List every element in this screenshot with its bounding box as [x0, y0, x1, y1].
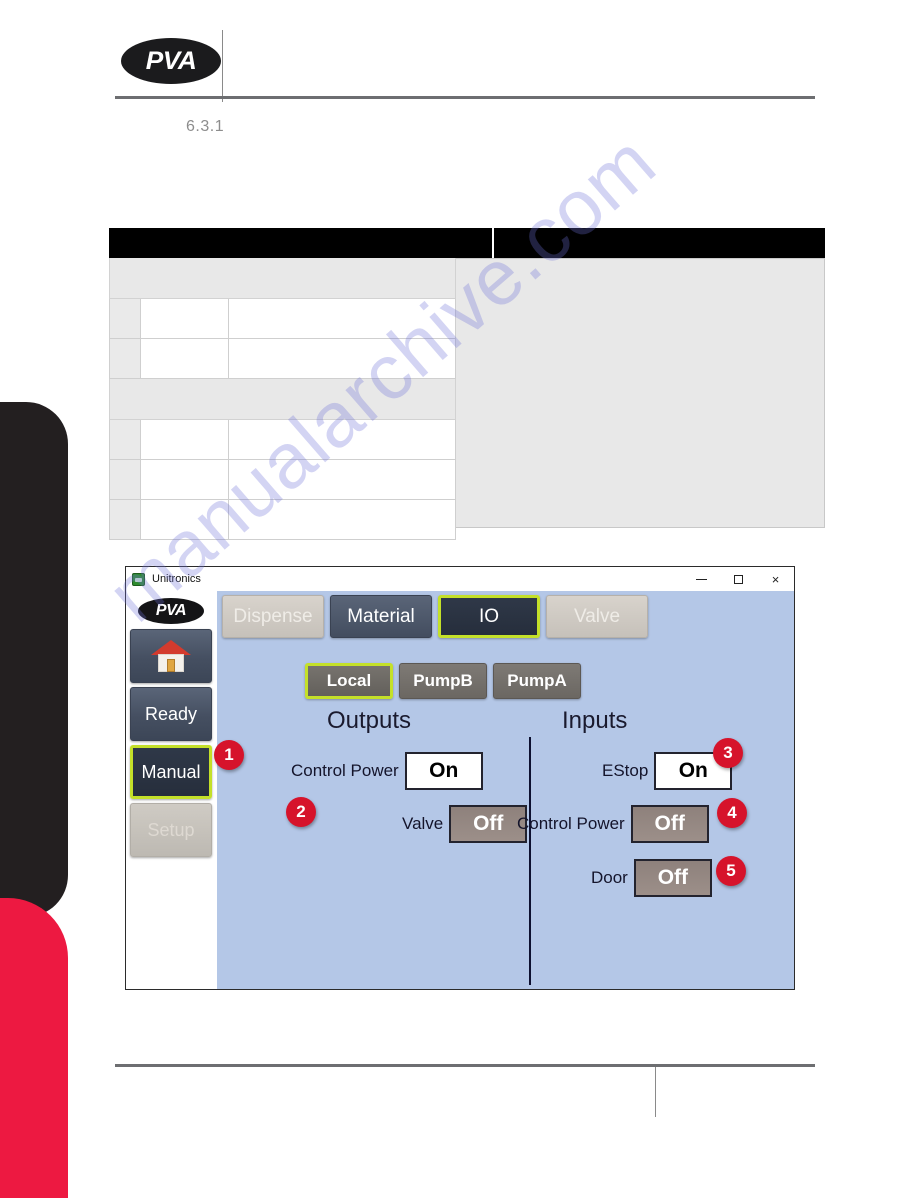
table-cell-name [141, 460, 229, 500]
tab-label: Dispense [233, 605, 313, 627]
table-header-row [109, 228, 825, 258]
table-group-row [109, 379, 456, 420]
table-header-right [494, 228, 825, 258]
footer-vertical-divider [655, 1067, 656, 1117]
table-group-row [109, 258, 456, 299]
tab-material[interactable]: Material [330, 595, 432, 638]
tab-dispense[interactable]: Dispense [222, 595, 324, 638]
table-right-panel [456, 258, 825, 528]
tab-bar: Dispense Material IO Valve [222, 595, 648, 638]
output-state-toggle[interactable]: On [404, 752, 483, 790]
table-cell-number [109, 460, 141, 500]
sidebar-item-label: Ready [144, 703, 198, 724]
table-row [109, 500, 456, 540]
subtab-local[interactable]: Local [305, 663, 393, 699]
sidebar-item-home[interactable] [130, 629, 212, 683]
sidebar-item-label: Manual [141, 761, 201, 782]
output-label: Valve [402, 814, 444, 833]
table-left-column [109, 258, 456, 540]
unitronics-icon [132, 572, 145, 586]
tab-label: Valve [573, 605, 621, 627]
input-row-door: Door Off [591, 859, 712, 897]
unitronics-app-window: Unitronics × PVA Ready Manual Setup Disp… [125, 566, 795, 990]
tab-label: Material [347, 605, 415, 627]
pva-logo-text: PVA [145, 46, 197, 75]
input-label: EStop [602, 761, 649, 780]
minimize-icon[interactable] [683, 567, 720, 591]
app-sidebar: PVA Ready Manual Setup [126, 591, 217, 989]
input-label: Door [591, 868, 628, 887]
callout-badge-5: 5 [716, 856, 746, 886]
footer-horizontal-rule [115, 1064, 815, 1067]
header-vertical-divider [222, 30, 223, 102]
table-cell-name [141, 299, 229, 339]
table-cell-name [141, 420, 229, 460]
app-pva-logo-text: PVA [155, 602, 187, 619]
table-cell-description [229, 460, 456, 500]
table-cell-number [109, 339, 141, 379]
outputs-heading: Outputs [327, 707, 412, 734]
section-number: 6.3.1 [186, 118, 225, 135]
output-row-control-power: Control Power On [291, 752, 483, 790]
close-icon[interactable]: × [757, 567, 794, 591]
table-row [109, 339, 456, 379]
subtab-label: PumpB [413, 671, 473, 690]
tab-io[interactable]: IO [438, 595, 540, 638]
subtab-bar: Local PumpB PumpA [305, 663, 581, 699]
callout-badge-1: 1 [214, 740, 244, 770]
sidebar-item-setup[interactable]: Setup [130, 803, 212, 857]
input-state-indicator: Off [630, 805, 709, 843]
subtab-pumpb[interactable]: PumpB [399, 663, 487, 699]
input-row-control-power: Control Power Off [517, 805, 709, 843]
table-cell-name [141, 500, 229, 540]
subtab-label: Local [326, 671, 372, 690]
pva-logo: PVA [121, 38, 221, 84]
page-header: PVA [115, 14, 815, 102]
table-cell-description [229, 299, 456, 339]
sidebar-item-manual[interactable]: Manual [130, 745, 212, 799]
inputs-heading: Inputs [562, 707, 628, 734]
table-row [109, 460, 456, 500]
sidebar-item-ready[interactable]: Ready [130, 687, 212, 741]
app-titlebar: Unitronics × [126, 567, 794, 591]
subtab-label: PumpA [507, 671, 567, 690]
output-row-valve: Valve Off [402, 805, 528, 843]
table-row [109, 299, 456, 339]
table-cell-number [109, 299, 141, 339]
maximize-icon[interactable] [720, 567, 757, 591]
table-cell-number [109, 500, 141, 540]
app-body: PVA Ready Manual Setup Dispense Material… [126, 591, 794, 989]
callout-badge-3: 3 [713, 738, 743, 768]
table-body [109, 258, 825, 540]
app-main-panel: Dispense Material IO Valve Local PumpB P… [217, 591, 794, 989]
page-edge-black-shape [0, 402, 68, 917]
window-controls: × [683, 567, 794, 591]
app-pva-logo: PVA [130, 595, 212, 627]
table-row [109, 420, 456, 460]
house-icon [151, 640, 191, 672]
column-divider [529, 737, 531, 985]
callout-badge-2: 2 [286, 797, 316, 827]
callout-badge-4: 4 [717, 798, 747, 828]
sidebar-item-label: Setup [147, 819, 195, 840]
page-edge-red-shape [0, 898, 68, 1198]
header-horizontal-rule [115, 96, 815, 99]
output-state-toggle[interactable]: Off [449, 805, 528, 843]
table-cell-description [229, 339, 456, 379]
content-table [109, 228, 825, 540]
table-cell-description [229, 420, 456, 460]
output-label: Control Power [291, 761, 399, 780]
tab-label: IO [478, 605, 500, 627]
table-header-left [109, 228, 492, 258]
table-cell-name [141, 339, 229, 379]
subtab-pumpa[interactable]: PumpA [493, 663, 581, 699]
tab-valve[interactable]: Valve [546, 595, 648, 638]
input-state-indicator: Off [633, 859, 712, 897]
table-cell-description [229, 500, 456, 540]
input-label: Control Power [517, 814, 625, 833]
app-title: Unitronics [152, 573, 201, 585]
table-cell-number [109, 420, 141, 460]
